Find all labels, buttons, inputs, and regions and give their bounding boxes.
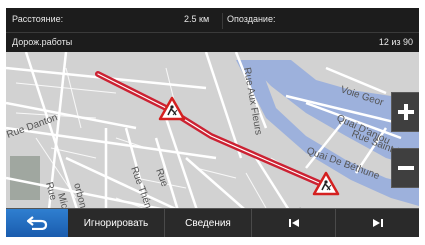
distance-value: 2.5 км [184,14,210,24]
roadworks-count: 12 из 90 [378,37,413,47]
next-button[interactable] [335,209,419,237]
ignore-button[interactable]: Игнорировать [68,209,164,237]
plus-icon [397,104,414,120]
zoom-in-button[interactable] [391,92,419,132]
info-row-roadworks: Дорож.работы 12 из 90 [6,32,419,53]
park-area [10,156,40,200]
details-button[interactable]: Сведения [164,209,251,237]
distance-label: Расстояние: [12,14,64,24]
skip-previous-icon [288,219,299,227]
info-row-distance: Расстояние: 2.5 км Опоздание: [6,10,419,30]
divider [222,13,223,29]
bottom-action-bar: Игнорировать Сведения [6,208,419,237]
navigation-screen: Voie Geor Quai D'anjou Rue Saint-Lo Quai… [6,8,419,237]
back-arrow-icon [26,216,48,230]
back-button[interactable] [6,209,68,237]
previous-button[interactable] [251,209,335,237]
minus-icon [397,166,414,170]
details-button-label: Сведения [185,217,231,229]
zoom-out-button[interactable] [391,148,419,188]
roadworks-info-panel: Расстояние: 2.5 км Опоздание: Дорож.рабо… [6,8,419,52]
roadworks-label: Дорож.работы [12,37,73,47]
skip-next-icon [372,219,383,227]
delay-label: Опоздание: [227,14,276,24]
ignore-button-label: Игнорировать [83,217,149,229]
